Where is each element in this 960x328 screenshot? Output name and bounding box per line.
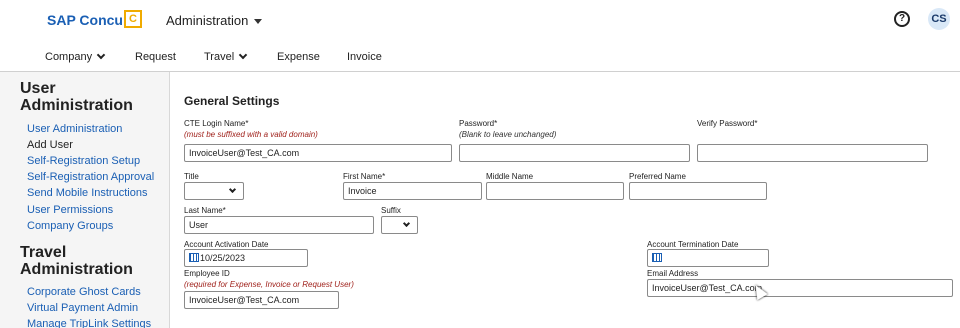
sidebar-item-self-registration-setup[interactable]: Self-Registration Setup <box>27 155 140 167</box>
help-icon[interactable]: ? <box>894 11 910 27</box>
last-name-field[interactable]: User <box>184 216 374 234</box>
general-settings-form: General Settings CTE Login Name* (must b… <box>170 72 960 328</box>
termination-date-label: Account Termination Date <box>647 240 739 249</box>
first-name-field[interactable]: Invoice <box>343 182 482 200</box>
employee-id-field[interactable]: InvoiceUser@Test_CA.com <box>184 291 339 309</box>
suffix-label: Suffix <box>381 206 401 215</box>
activation-date-label: Account Activation Date <box>184 240 269 249</box>
activation-date-field[interactable]: 10/25/2023 <box>184 249 308 267</box>
nav-expense[interactable]: Expense <box>277 51 320 63</box>
first-name-label: First Name* <box>343 172 386 181</box>
sidebar-item-virtual-payment-admin[interactable]: Virtual Payment Admin <box>27 302 138 314</box>
nav-request[interactable]: Request <box>135 51 176 63</box>
administration-menu[interactable]: Administration <box>166 13 263 28</box>
travel-admin-heading: Travel Administration <box>20 244 133 278</box>
travel-admin-heading-line2: Administration <box>20 261 133 278</box>
middle-name-label: Middle Name <box>486 172 534 181</box>
middle-name-field[interactable] <box>486 182 624 200</box>
verify-password-field[interactable] <box>697 144 928 162</box>
nav-company[interactable]: Company <box>45 50 106 63</box>
sidebar-item-user-permissions[interactable]: User Permissions <box>27 204 113 216</box>
sidebar-item-user-administration[interactable]: User Administration <box>27 123 122 135</box>
chevron-down-icon <box>238 50 248 60</box>
nav-travel[interactable]: Travel <box>204 50 248 63</box>
nav-invoice[interactable]: Invoice <box>347 51 382 63</box>
title-label: Title <box>184 172 199 181</box>
calendar-icon[interactable] <box>652 253 662 262</box>
user-admin-heading: User Administration <box>20 80 133 114</box>
brand-name[interactable]: SAP Concur <box>47 12 128 28</box>
employee-id-label: Employee ID <box>184 269 230 278</box>
title-select[interactable] <box>184 182 244 200</box>
section-title: General Settings <box>184 94 280 108</box>
sidebar-item-manage-triplink-settings[interactable]: Manage TripLink Settings <box>27 318 151 328</box>
password-field[interactable] <box>459 144 690 162</box>
cte-login-field[interactable]: InvoiceUser@Test_CA.com <box>184 144 452 162</box>
caret-down-icon <box>254 19 263 25</box>
top-bar: SAP Concur C Administration ? CS <box>0 0 960 42</box>
password-hint: (Blank to leave unchanged) <box>459 130 557 139</box>
sidebar-item-self-registration-approval[interactable]: Self-Registration Approval <box>27 171 154 183</box>
password-label: Password* <box>459 119 498 128</box>
cte-login-hint: (must be suffixed with a valid domain) <box>184 130 318 139</box>
sidebar: User Administration User Administration … <box>0 72 170 328</box>
suffix-select[interactable] <box>381 216 418 234</box>
administration-menu-label: Administration <box>166 13 249 28</box>
last-name-label: Last Name* <box>184 206 226 215</box>
travel-admin-heading-line1: Travel <box>20 244 67 261</box>
sidebar-item-company-groups[interactable]: Company Groups <box>27 220 113 232</box>
nav-travel-label: Travel <box>204 51 235 63</box>
chevron-down-icon <box>228 185 237 194</box>
employee-id-hint: (required for Expense, Invoice or Reques… <box>184 280 354 289</box>
chevron-down-icon <box>402 219 411 228</box>
activation-date-value: 10/25/2023 <box>200 253 246 263</box>
preferred-name-label: Preferred Name <box>629 172 686 181</box>
cte-login-label: CTE Login Name* <box>184 119 249 128</box>
email-field[interactable]: InvoiceUser@Test_CA.com <box>647 279 953 297</box>
concur-logo-icon[interactable]: C <box>124 10 142 28</box>
user-admin-heading-line1: User <box>20 80 56 97</box>
preferred-name-field[interactable] <box>629 182 767 200</box>
calendar-icon[interactable] <box>189 253 199 262</box>
verify-password-label: Verify Password* <box>697 119 758 128</box>
nav-company-label: Company <box>45 51 93 63</box>
sidebar-item-send-mobile-instructions[interactable]: Send Mobile Instructions <box>27 187 147 199</box>
chevron-down-icon <box>96 50 106 60</box>
sidebar-item-corporate-ghost-cards[interactable]: Corporate Ghost Cards <box>27 286 141 298</box>
termination-date-field[interactable] <box>647 249 769 267</box>
email-label: Email Address <box>647 269 699 278</box>
user-avatar[interactable]: CS <box>928 8 950 30</box>
main-nav: Company Request Travel Expense Invoice <box>0 42 960 72</box>
sidebar-item-add-user[interactable]: Add User <box>27 139 73 151</box>
user-admin-heading-line2: Administration <box>20 97 133 114</box>
